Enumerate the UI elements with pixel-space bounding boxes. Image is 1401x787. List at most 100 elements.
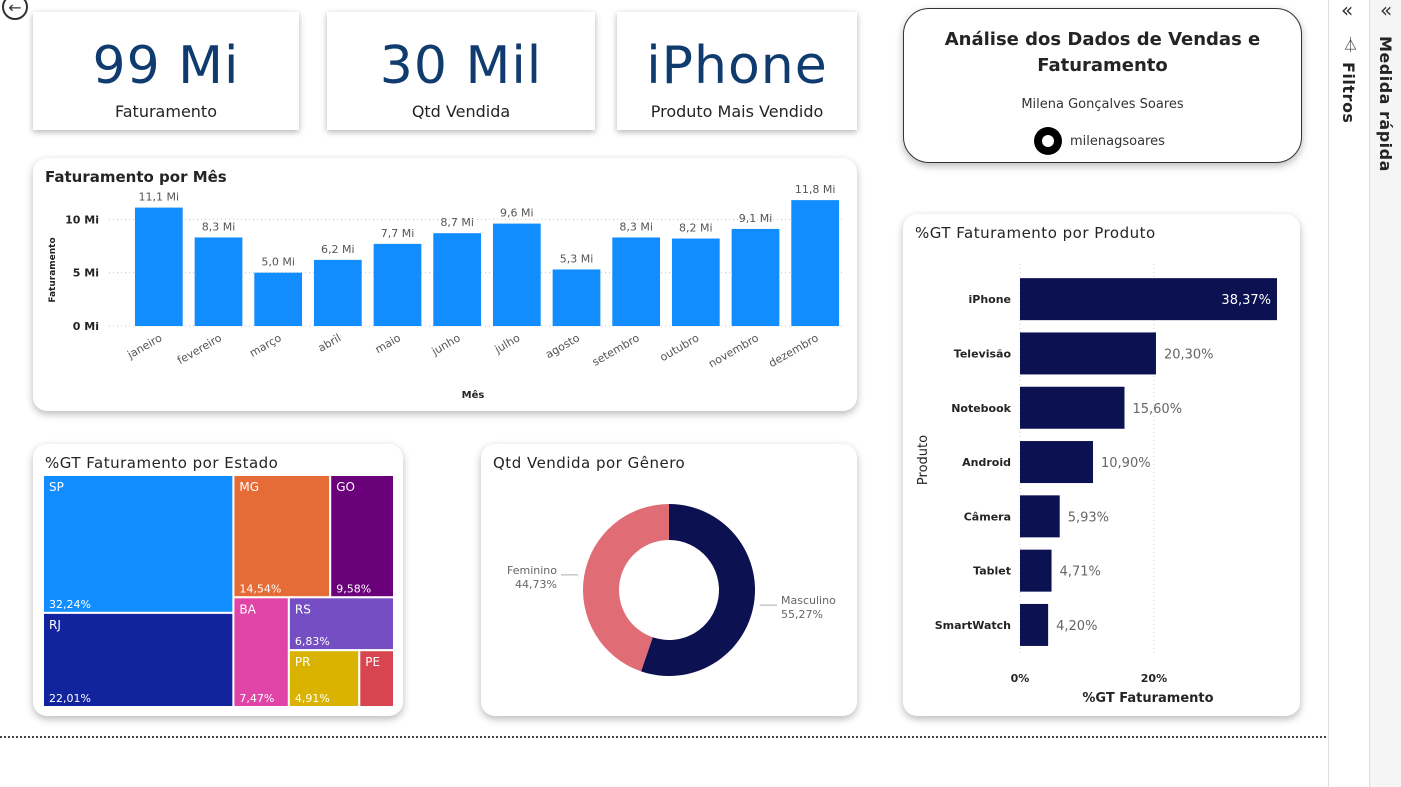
treemap-label: GO <box>336 480 355 494</box>
y-tick-label: Câmera <box>964 510 1011 523</box>
bar <box>1020 495 1060 538</box>
data-label: 7,7 Mi <box>381 227 415 240</box>
y-tick-label: 0 Mi <box>73 320 99 333</box>
treemap-label: SP <box>49 480 64 494</box>
treemap-value: 22,01% <box>49 692 91 705</box>
bar <box>433 233 482 326</box>
data-label: 8,3 Mi <box>619 220 653 233</box>
x-tick-label: setembro <box>590 331 642 369</box>
report-title: Análise dos Dados de Vendas e Faturament… <box>944 29 1261 76</box>
kpi-label: Produto Mais Vendido <box>650 102 824 121</box>
x-tick-label: fevereiro <box>175 331 224 367</box>
y-tick-label: Tablet <box>973 565 1011 578</box>
slice-name: Feminino <box>507 564 557 577</box>
kpi-card-quantity: 30 Mil Qtd Vendida <box>327 12 595 130</box>
kpi-label: Qtd Vendida <box>411 102 511 121</box>
x-tick-label: janeiro <box>124 331 164 362</box>
treemap-value: 6,83% <box>295 635 330 648</box>
github-link[interactable]: milenagsoares <box>1034 127 1165 155</box>
y-tick-label: 10 Mi <box>65 213 99 226</box>
bar <box>492 223 541 326</box>
kpi-value: 99 Mi <box>92 36 240 96</box>
y-tick-label: iPhone <box>968 293 1011 306</box>
chevron-left-icon[interactable]: « <box>1341 0 1353 22</box>
bar <box>1020 332 1156 375</box>
bar <box>373 243 422 326</box>
bar <box>313 259 362 326</box>
data-label: 8,2 Mi <box>679 222 713 235</box>
bar <box>1020 386 1125 429</box>
treemap-label: PE <box>365 655 380 669</box>
treemap-value: 9,58% <box>336 582 371 595</box>
chevron-left-icon[interactable]: « <box>1380 0 1392 22</box>
slice-value: 55,27% <box>781 608 823 621</box>
bar <box>1020 441 1094 484</box>
monthly-revenue-chart: 0 Mi 5 Mi 10 Mi 11,1 Mi janeiro 8,3 Mi feverei… <box>48 183 845 401</box>
bar <box>671 238 720 326</box>
y-tick-label: Android <box>962 456 1011 469</box>
treemap-label: RJ <box>49 618 61 632</box>
page-boundary <box>0 736 1326 738</box>
github-icon <box>1034 127 1062 155</box>
filter-icon: ⏃ <box>1343 36 1359 54</box>
data-label: 4,20% <box>1056 619 1097 634</box>
data-label: 9,6 Mi <box>500 207 534 220</box>
kpi-label: Faturamento <box>115 102 217 121</box>
treemap-value: 7,47% <box>239 692 274 705</box>
data-label: 4,71% <box>1060 565 1101 580</box>
x-tick-label: abril <box>316 331 344 354</box>
data-label: 5,93% <box>1068 510 1109 525</box>
quick-measure-pane[interactable]: « Medida rápida <box>1369 0 1401 787</box>
data-label: 6,2 Mi <box>321 243 355 256</box>
info-card: Análise dos Dados de Vendas e Faturament… <box>903 8 1302 163</box>
data-label: 38,37% <box>1221 293 1271 308</box>
kpi-value: iPhone <box>646 36 828 96</box>
product-revenue-card: %GT Faturamento por Produto iPhone 38,37%… <box>903 214 1300 716</box>
y-tick-label: 5 Mi <box>73 267 99 280</box>
monthly-revenue-card: Faturamento por Mês 0 Mi 5 Mi 10 Mi 11,1 Mi… <box>33 158 857 411</box>
treemap-label: BA <box>239 602 256 616</box>
treemap-value: 4,91% <box>295 692 330 705</box>
state-treemap-chart: SP 32,24% RJ 22,01% MG 14,54% GO 9,58% BA 7,47% RS… <box>42 474 396 709</box>
data-label: 5,3 Mi <box>560 252 594 265</box>
kpi-value: 30 Mil <box>379 36 543 96</box>
back-arrow-icon[interactable]: ← <box>2 0 28 20</box>
slice-name: Masculino <box>781 594 836 607</box>
treemap-label: MG <box>239 480 259 494</box>
filters-pane[interactable]: « ⏃ Filtros <box>1328 0 1369 787</box>
bar <box>1020 549 1052 592</box>
data-label: 11,8 Mi <box>795 183 836 196</box>
bar <box>1020 603 1049 646</box>
bar <box>731 228 780 326</box>
x-tick-label: março <box>247 331 284 360</box>
x-tick-label: dezembro <box>767 331 821 370</box>
data-label: 8,7 Mi <box>440 216 474 229</box>
data-label: 20,30% <box>1164 347 1214 362</box>
treemap-label: RS <box>295 602 311 616</box>
bar <box>254 272 303 326</box>
filters-label[interactable]: Filtros <box>1339 62 1358 123</box>
treemap-cell <box>42 474 235 614</box>
bar <box>134 207 183 326</box>
kpi-card-top-product: iPhone Produto Mais Vendido <box>617 12 857 130</box>
data-label: 11,1 Mi <box>139 191 180 204</box>
data-label: 5,0 Mi <box>261 256 295 269</box>
x-tick-label: agosto <box>543 331 582 361</box>
y-axis-title: Produto <box>916 435 931 485</box>
x-tick-label: julho <box>492 331 523 356</box>
gender-donut-card: Qtd Vendida por Gênero Masculino 55,27% Fe… <box>481 444 857 716</box>
bar <box>194 237 243 326</box>
bar <box>791 200 840 326</box>
quick-measure-label[interactable]: Medida rápida <box>1376 36 1395 172</box>
data-label: 8,3 Mi <box>202 220 236 233</box>
x-axis-title: %GT Faturamento <box>1082 691 1213 706</box>
x-tick-label: 0% <box>1011 672 1030 685</box>
treemap-value: 14,54% <box>239 582 281 595</box>
author-name: Milena Gonçalves Soares <box>1021 97 1184 112</box>
x-tick-label: novembro <box>706 331 761 370</box>
state-treemap-card: %GT Faturamento por Estado SP 32,24% RJ 22,… <box>33 444 403 716</box>
slice-value: 44,73% <box>515 578 557 591</box>
y-tick-label: Televisão <box>954 347 1012 360</box>
data-label: 10,90% <box>1101 456 1151 471</box>
data-label: 9,1 Mi <box>739 212 773 225</box>
